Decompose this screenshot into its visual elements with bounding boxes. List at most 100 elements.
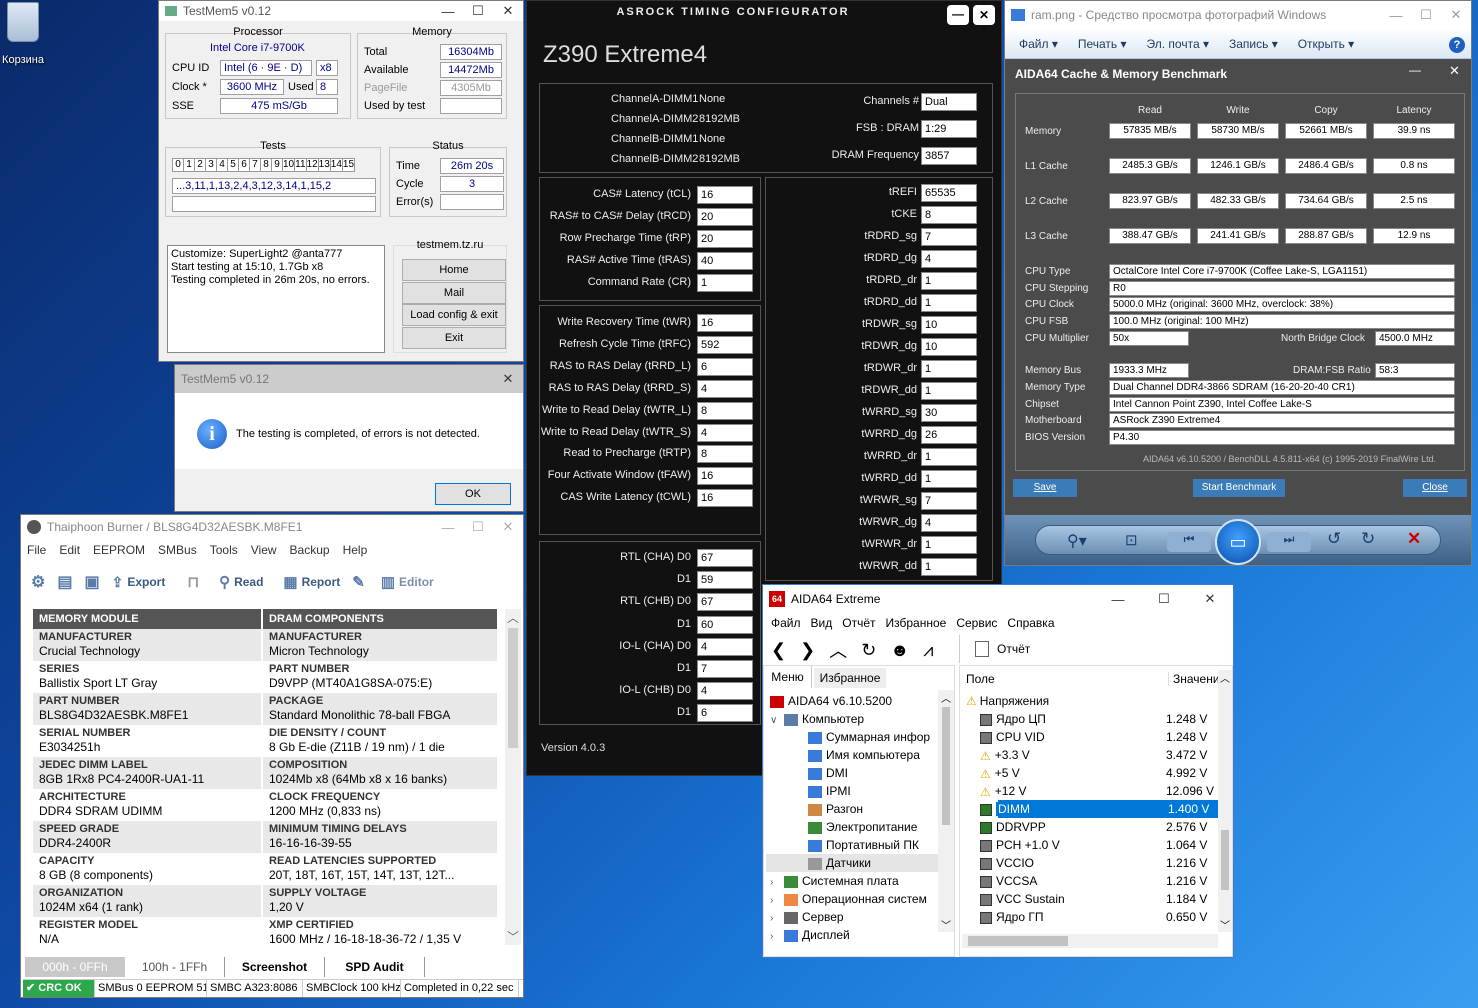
sensor-row[interactable]: ⚠ +12 V 12.096 V: [962, 782, 1218, 800]
recycle-bin[interactable]: Корзина: [0, 2, 46, 66]
photo-close-button[interactable]: ✕: [1441, 7, 1471, 23]
sensor-row[interactable]: DDRVPP 2.576 V: [962, 818, 1218, 836]
aida-menu-item[interactable]: Вид: [811, 616, 833, 630]
aida-menu-item[interactable]: Избранное: [886, 616, 947, 630]
primary-timing-value[interactable]: 16: [697, 186, 753, 204]
tree-item[interactable]: DMI: [766, 764, 938, 782]
aida-menu-item[interactable]: Отчёт: [842, 616, 875, 630]
tertiary-timing-value[interactable]: 1: [921, 470, 977, 488]
thai-tab[interactable]: Screenshot: [225, 957, 325, 977]
thai-menu-item[interactable]: View: [251, 543, 277, 557]
close-button[interactable]: ✕: [493, 3, 523, 19]
tertiary-timing-value[interactable]: 30: [921, 404, 977, 422]
tree-item[interactable]: ∨ Компьютер: [766, 710, 938, 728]
forward-icon[interactable]: ❯: [800, 640, 815, 661]
editor-button[interactable]: Editor: [399, 575, 434, 589]
tree-scrollbar[interactable]: ︿ ﹀: [938, 690, 954, 932]
aida-report-button[interactable]: Отчёт: [997, 642, 1030, 656]
maximize-button[interactable]: ☐: [463, 3, 493, 19]
primary-timing-value[interactable]: 20: [697, 208, 753, 226]
rtl-timing-value[interactable]: 60: [697, 615, 753, 634]
aida-menu-item[interactable]: Сервис: [956, 616, 997, 630]
tab-favorites[interactable]: Избранное: [814, 668, 886, 688]
list-hscrollbar[interactable]: [962, 934, 1218, 948]
sensor-row[interactable]: PCH +1.0 V 1.064 V: [962, 836, 1218, 854]
secondary-timing-value[interactable]: 8: [697, 445, 753, 464]
secondary-timing-value[interactable]: 8: [697, 401, 753, 420]
rtl-timing-value[interactable]: 59: [697, 571, 753, 590]
secondary-timing-value[interactable]: 16: [697, 314, 753, 332]
settings-icon[interactable]: ⚙: [31, 572, 45, 592]
dialog-ok-button[interactable]: OK: [435, 483, 511, 505]
thai-maximize-button[interactable]: ☐: [463, 519, 493, 535]
tree-item[interactable]: IPMI: [766, 782, 938, 800]
up-icon[interactable]: ︿: [829, 637, 847, 663]
thai-menu-item[interactable]: Tools: [210, 543, 238, 557]
tertiary-timing-value[interactable]: 7: [921, 492, 977, 510]
thai-close-button[interactable]: ✕: [493, 519, 523, 535]
tree-item[interactable]: Датчики: [766, 854, 938, 872]
tree-item[interactable]: Электропитание: [766, 818, 938, 836]
asrock-close-button[interactable]: ✕: [973, 5, 995, 25]
mail-button[interactable]: Mail: [402, 282, 506, 304]
read-button[interactable]: Read: [234, 575, 263, 589]
thai-menu-item[interactable]: Help: [343, 543, 368, 557]
primary-timing-value[interactable]: 20: [697, 230, 753, 248]
tree-item[interactable]: AIDA64 v6.10.5200: [766, 692, 938, 710]
sensor-row[interactable]: ⚠ +3.3 V 3.472 V: [962, 746, 1218, 764]
tertiary-timing-value[interactable]: 1: [921, 272, 977, 290]
fit-icon[interactable]: ⊡: [1125, 531, 1138, 549]
tree-item[interactable]: Суммарная инфор: [766, 728, 938, 746]
expand-right-icon[interactable]: ›: [770, 928, 784, 946]
load-config-button[interactable]: Load config & exit: [402, 304, 506, 326]
minimize-button[interactable]: —: [433, 4, 463, 19]
tree-item[interactable]: › Системная плата: [766, 872, 938, 890]
thai-tab[interactable]: 000h - 0FFh: [25, 957, 125, 977]
top-value[interactable]: 1:29: [921, 120, 977, 138]
sensor-row[interactable]: VCCIO 1.216 V: [962, 854, 1218, 872]
tertiary-timing-value[interactable]: 10: [921, 316, 977, 334]
thai-menu-item[interactable]: SMBus: [158, 543, 197, 557]
save-icon[interactable]: ▣: [84, 572, 99, 592]
next-icon[interactable]: ⏭: [1267, 532, 1311, 552]
tertiary-timing-value[interactable]: 1: [921, 382, 977, 400]
slideshow-button[interactable]: ▭: [1215, 519, 1261, 565]
sensor-row[interactable]: CPU VID 1.248 V: [962, 728, 1218, 746]
tertiary-timing-value[interactable]: 10: [921, 338, 977, 356]
log-textbox[interactable]: Customize: SuperLight2 @anta777 Start te…: [167, 245, 385, 353]
expand-down-icon[interactable]: ∨: [770, 712, 784, 730]
tree-item[interactable]: Имя компьютера: [766, 746, 938, 764]
secondary-timing-value[interactable]: 16: [697, 467, 753, 486]
photo-menu-item[interactable]: Печать ▾: [1078, 37, 1127, 51]
secondary-timing-value[interactable]: 6: [697, 357, 753, 376]
sensor-row[interactable]: VCC Sustain 1.184 V: [962, 890, 1218, 908]
dialog-close-button[interactable]: ✕: [493, 371, 523, 387]
tertiary-timing-value[interactable]: 65535: [921, 184, 977, 202]
tree-item[interactable]: › Дисплей: [766, 926, 938, 944]
tertiary-timing-value[interactable]: 4: [921, 250, 977, 268]
rtl-timing-value[interactable]: 67: [697, 593, 753, 612]
delete-icon[interactable]: ✕: [1407, 529, 1421, 549]
sensor-row[interactable]: Ядро ГП 0.650 V: [962, 908, 1218, 926]
tree-item[interactable]: Портативный ПК: [766, 836, 938, 854]
tertiary-timing-value[interactable]: 26: [921, 426, 977, 444]
lock-icon[interactable]: ⊓: [187, 573, 199, 591]
tertiary-timing-value[interactable]: 8: [921, 206, 977, 224]
aida-menu-item[interactable]: Файл: [771, 616, 801, 630]
rtl-timing-value[interactable]: 67: [697, 549, 753, 567]
tertiary-timing-value[interactable]: 1: [921, 294, 977, 312]
thai-menu-item[interactable]: Edit: [59, 543, 80, 557]
rtl-timing-value[interactable]: 6: [697, 704, 753, 723]
help-icon[interactable]: ?: [1449, 37, 1465, 53]
exit-button[interactable]: Exit: [402, 327, 506, 349]
tertiary-timing-value[interactable]: 7: [921, 228, 977, 246]
tertiary-timing-value[interactable]: 1: [921, 360, 977, 378]
tertiary-timing-value[interactable]: 4: [921, 514, 977, 532]
sensor-row[interactable]: Ядро ЦП 1.248 V: [962, 710, 1218, 728]
aida-minimize-button[interactable]: —: [1095, 592, 1141, 607]
thai-menu-item[interactable]: File: [27, 543, 46, 557]
tab-menu[interactable]: Меню: [764, 666, 812, 688]
thai-menu-item[interactable]: Backup: [290, 543, 330, 557]
open-icon[interactable]: ▤: [57, 572, 72, 592]
thai-minimize-button[interactable]: —: [433, 520, 463, 535]
